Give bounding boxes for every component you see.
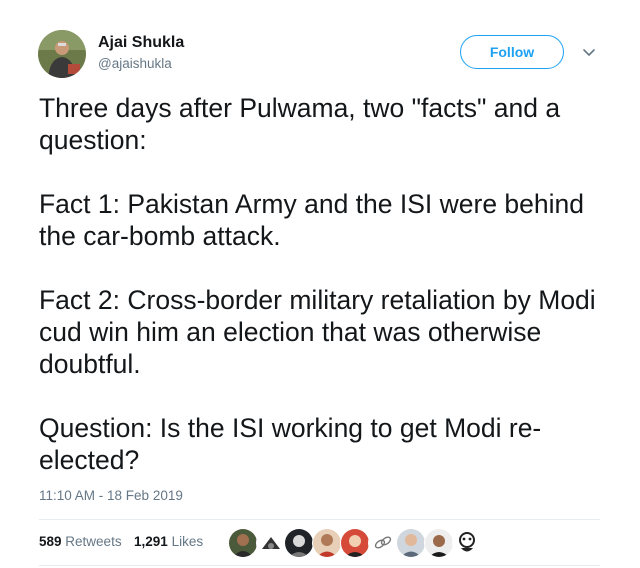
liker-avatar[interactable]	[312, 528, 342, 558]
liker-avatar[interactable]	[284, 528, 314, 558]
author-name[interactable]: Ajai Shukla	[98, 34, 184, 52]
liker-avatar[interactable]	[424, 528, 454, 558]
liker-avatar[interactable]	[368, 528, 398, 558]
likes-count: 1,291	[134, 534, 168, 549]
follow-button[interactable]: Follow	[460, 35, 564, 69]
likes-label: Likes	[171, 534, 204, 549]
liker-avatar[interactable]	[340, 528, 370, 558]
tweet-paragraph: Question: Is the ISI working to get Modi…	[39, 413, 542, 475]
retweets-label: Retweets	[65, 534, 122, 549]
divider	[39, 519, 600, 520]
divider	[39, 565, 600, 566]
chevron-down-icon[interactable]	[581, 46, 597, 60]
liker-avatar[interactable]	[396, 528, 426, 558]
tweet-card: Ajai Shukla @ajaishukla Follow Three day…	[0, 0, 640, 568]
tweet-text: Three days after Pulwama, two "facts" an…	[39, 92, 609, 508]
liker-avatar[interactable]	[228, 528, 258, 558]
tweet-timestamp[interactable]: 11:10 AM - 18 Feb 2019	[39, 488, 183, 503]
retweets-count: 589	[39, 534, 62, 549]
liker-avatar[interactable]	[452, 528, 482, 558]
tweet-paragraph: Three days after Pulwama, two "facts" an…	[39, 93, 561, 155]
liker-avatar[interactable]	[256, 528, 286, 558]
retweets-stat[interactable]: 589 Retweets	[39, 534, 122, 549]
tweet-paragraph: Fact 2: Cross-border military retaliatio…	[39, 285, 596, 379]
likes-stat[interactable]: 1,291 Likes	[134, 534, 203, 549]
author-handle[interactable]: @ajaishukla	[98, 56, 172, 71]
tweet-paragraph: Fact 1: Pakistan Army and the ISI were b…	[39, 189, 585, 251]
author-avatar[interactable]	[38, 30, 86, 78]
